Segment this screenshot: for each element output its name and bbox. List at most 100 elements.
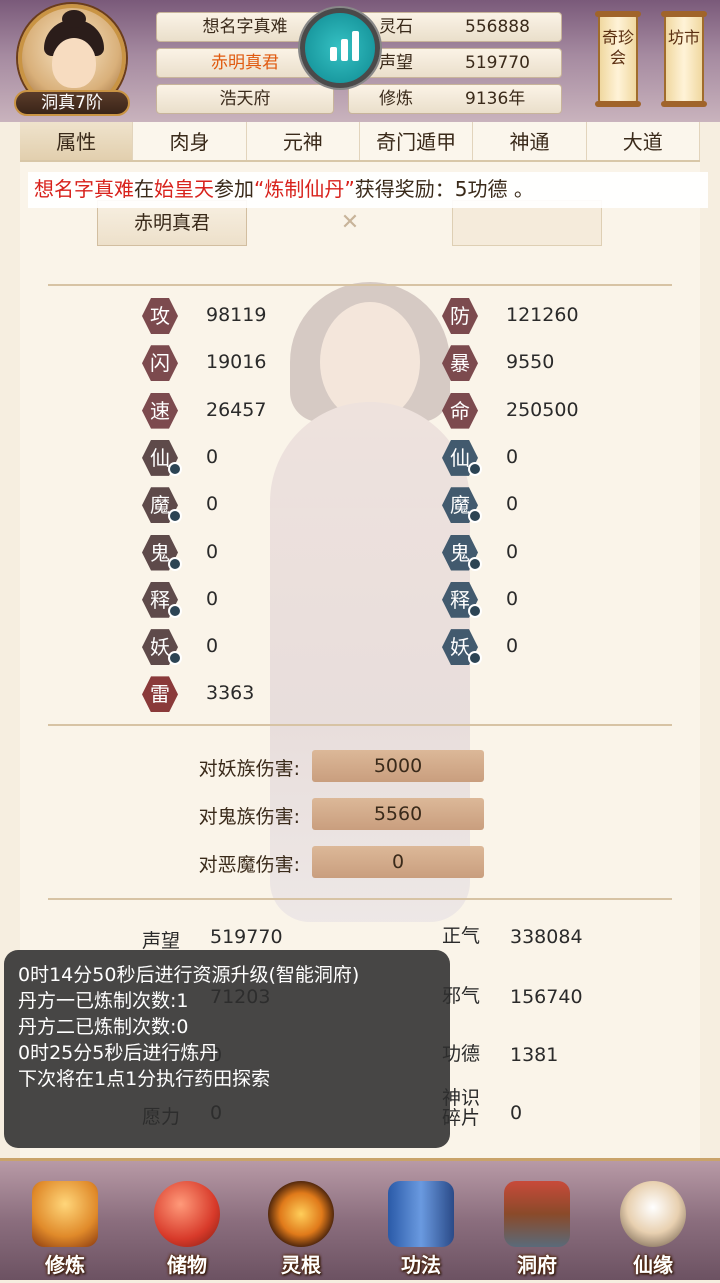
attribute-type-icon <box>168 556 182 571</box>
spirit-stone-value: 556888 <box>465 17 530 37</box>
divider <box>48 724 672 726</box>
illustration-body <box>270 402 470 922</box>
damage-fiend-value: 0 <box>312 846 484 878</box>
player-hall: 浩天府 <box>156 84 334 114</box>
top-bar: 洞真7阶 想名字真难 赤明真君 浩天府 灵石 556888 声望 519770 … <box>0 0 720 122</box>
notice-reward: 获得奖励：5功德 。 <box>354 177 534 201</box>
nav-label: 仙缘 <box>633 1253 673 1277</box>
damage-fiend-label: 对恶魔伤害: <box>198 854 300 876</box>
extra-stat-value: 156740 <box>510 986 583 1008</box>
log-line: 丹方一已炼制次数:1 <box>18 990 189 1012</box>
attribute-type-icon <box>168 461 182 476</box>
stat-value: 0 <box>506 445 519 468</box>
attribute-type-icon <box>168 651 182 666</box>
stat-value: 0 <box>506 635 519 658</box>
attribute-type-icon <box>468 461 482 476</box>
attribute-type-icon <box>468 556 482 571</box>
stat-value: 0 <box>206 445 219 468</box>
nav-techniques[interactable]: 功法 <box>366 1173 476 1283</box>
damage-ghost-label: 对鬼族伤害: <box>198 806 300 828</box>
avatar-hair-bun <box>62 10 86 28</box>
treasure-bag-icon <box>154 1181 220 1247</box>
nav-label: 储物 <box>167 1253 207 1277</box>
log-line: 丹方二已炼制次数:0 <box>18 1016 189 1038</box>
stats-chart-button[interactable] <box>300 8 380 88</box>
monk-icon <box>32 1181 98 1247</box>
nav-cultivate[interactable]: 修炼 <box>10 1173 120 1283</box>
divider <box>48 898 672 900</box>
cultivation-value: 9136年 <box>465 89 526 109</box>
nav-label: 修炼 <box>45 1253 85 1277</box>
spirit-stone-stat: 灵石 556888 <box>348 12 562 42</box>
automation-log: 0时14分50秒后进行资源升级(智能洞府) 丹方一已炼制次数:1 丹方二已炼制次… <box>4 950 450 1148</box>
reputation-stat: 声望 519770 <box>348 48 562 78</box>
nav-fate[interactable]: 仙缘 <box>598 1173 708 1283</box>
notice-player: 想名字真难 <box>34 177 134 201</box>
market-scroll-button[interactable]: 奇珍会 <box>595 11 641 107</box>
tab-body[interactable]: 肉身 <box>133 122 247 160</box>
log-line: 0时25分5秒后进行炼丹 <box>18 1042 219 1064</box>
bar-chart-icon <box>352 31 359 61</box>
stat-value: 9550 <box>506 351 555 374</box>
announcement-banner: 想名字真难在始皇天参加“炼制仙丹”获得奖励：5功德 。 <box>28 172 708 208</box>
nav-spirit-root[interactable]: 灵根 <box>246 1173 356 1283</box>
extra-stat-value: 1381 <box>510 1044 559 1066</box>
log-line: 0时14分50秒后进行资源升级(智能洞府) <box>18 964 360 986</box>
tab-spirit[interactable]: 元神 <box>247 122 360 160</box>
bottom-nav: 修炼 储物 灵根 功法 洞府 仙缘 <box>0 1158 720 1280</box>
crossed-swords-icon: ✕ <box>340 210 360 235</box>
divider <box>48 284 672 286</box>
book-icon <box>388 1181 454 1247</box>
notice-place: 始皇天 <box>154 177 214 201</box>
nav-storage[interactable]: 储物 <box>132 1173 242 1283</box>
stat-value: 0 <box>206 540 219 563</box>
reputation-value: 519770 <box>465 53 530 73</box>
stat-value: 0 <box>206 587 219 610</box>
stat-value: 0 <box>206 493 219 516</box>
log-line: 下次将在1点1分执行药田探索 <box>18 1068 271 1090</box>
stat-value: 0 <box>506 540 519 563</box>
tab-powers[interactable]: 神通 <box>473 122 587 160</box>
tab-attributes[interactable]: 属性 <box>20 122 134 160</box>
stat-value: 26457 <box>206 398 267 421</box>
reputation-label: 声望 <box>379 53 413 73</box>
stat-value: 121260 <box>506 304 579 326</box>
damage-ghost-value: 5560 <box>312 798 484 830</box>
notice-text: 在 <box>134 177 154 201</box>
nav-cave[interactable]: 洞府 <box>482 1173 592 1283</box>
attribute-type-icon <box>468 603 482 618</box>
cultivation-label: 修炼 <box>379 89 413 109</box>
tab-qimen[interactable]: 奇门遁甲 <box>360 122 474 160</box>
nav-label: 功法 <box>401 1253 441 1277</box>
cultivation-stat: 修炼 9136年 <box>348 84 562 114</box>
yin-yang-icon <box>620 1181 686 1247</box>
spirit-stone-label: 灵石 <box>379 17 413 37</box>
extra-stat-value: 338084 <box>510 926 583 948</box>
cave-pavilion-icon <box>504 1181 570 1247</box>
damage-demon-label: 对妖族伤害: <box>198 758 300 780</box>
tab-dao[interactable]: 大道 <box>587 122 700 160</box>
attribute-type-icon <box>168 603 182 618</box>
rank-badge: 洞真7阶 <box>14 90 130 116</box>
nav-label: 洞府 <box>517 1253 557 1277</box>
extra-stat-label: 正气 <box>442 925 481 947</box>
nav-label: 灵根 <box>281 1253 321 1277</box>
extra-stat-value: 519770 <box>210 926 283 948</box>
stat-value: 3363 <box>206 682 255 705</box>
stat-value: 0 <box>506 587 519 610</box>
avatar-face <box>52 38 96 88</box>
attribute-type-icon <box>468 651 482 666</box>
notice-event: “炼制仙丹” <box>254 177 355 201</box>
bar-chart-icon <box>341 39 348 61</box>
stat-value: 19016 <box>206 351 267 374</box>
stat-value: 250500 <box>506 398 579 421</box>
stat-value: 98119 <box>206 304 267 326</box>
extra-stat-label: 声望 <box>142 930 181 952</box>
shop-scroll-button[interactable]: 坊市 <box>661 11 707 107</box>
damage-demon-value: 5000 <box>312 750 484 782</box>
tab-bar: 属性 肉身 元神 奇门遁甲 神通 大道 <box>20 122 700 162</box>
spirit-root-icon <box>268 1181 334 1247</box>
stat-value: 0 <box>506 493 519 516</box>
notice-text: 参加 <box>214 177 254 201</box>
extra-stat-value: 0 <box>510 1102 523 1124</box>
